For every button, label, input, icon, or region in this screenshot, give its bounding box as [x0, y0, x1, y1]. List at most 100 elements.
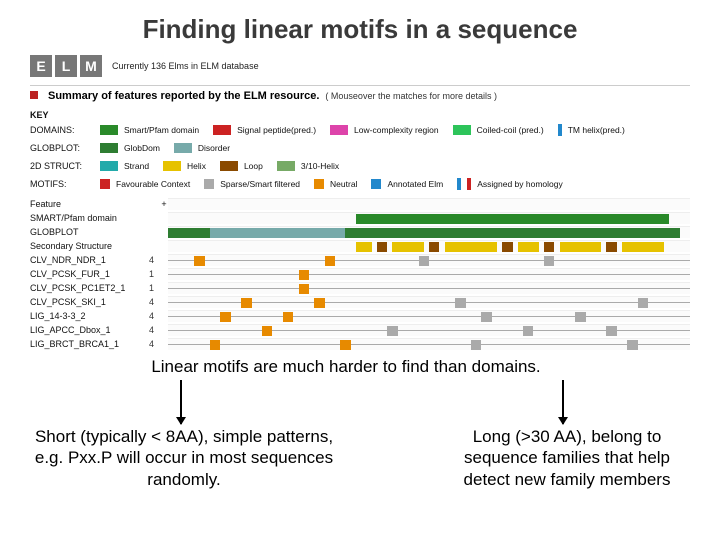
swatch-homology-l [457, 178, 461, 190]
legend-item: 3/10-Helix [301, 161, 339, 171]
track-row: CLV_PCSK_SKI_14 [30, 295, 690, 309]
track-row: CLV_PCSK_FUR_11 [30, 267, 690, 281]
track-row: CLV_NDR_NDR_14 [30, 253, 690, 267]
track-label: CLV_PCSK_SKI_14 [30, 297, 160, 307]
mark [299, 270, 309, 280]
mark [220, 312, 230, 322]
mark [419, 256, 429, 266]
swatch-310helix [277, 161, 295, 171]
swatch-sparse [204, 179, 214, 189]
database-count-note: Currently 136 Elms in ELM database [112, 61, 259, 71]
swatch-helix [163, 161, 181, 171]
seg [429, 242, 439, 252]
track-strip-domain [168, 212, 690, 224]
seg [560, 242, 602, 252]
arrow-left [180, 380, 182, 424]
legend-item: Strand [124, 161, 149, 171]
legend-label: DOMAINS: [30, 125, 94, 135]
legend-item: Disorder [198, 143, 230, 153]
mark [455, 298, 465, 308]
track-strip-motif [168, 282, 690, 294]
track-strip-motif [168, 268, 690, 280]
track-header-label: Feature [30, 199, 160, 209]
legend-item: Sparse/Smart filtered [220, 179, 300, 189]
legend-label: GLOBPLOT: [30, 143, 94, 153]
seg [377, 242, 387, 252]
track-label: CLV_NDR_NDR_14 [30, 255, 160, 265]
swatch-disorder [174, 143, 192, 153]
logo-letter-m: M [80, 55, 102, 77]
legend-item: Helix [187, 161, 206, 171]
summary-heading: Summary of features reported by the ELM … [48, 90, 319, 102]
track-row: LIG_BRCT_BRCA1_14 [30, 337, 690, 351]
swatch-favourable [100, 179, 110, 189]
mark [194, 256, 204, 266]
track-header-row: Feature + [30, 197, 690, 211]
swatch-neutral [314, 179, 324, 189]
bullet-icon [30, 91, 38, 99]
track-strip-motif [168, 338, 690, 350]
mark [299, 284, 309, 294]
seg [544, 242, 554, 252]
track-label: GLOBPLOT [30, 227, 160, 237]
track-label: CLV_PCSK_PC1ET2_11 [30, 283, 160, 293]
mark [627, 340, 637, 350]
domain-segment [356, 214, 669, 224]
expand-icon[interactable]: + [160, 199, 168, 209]
mark [325, 256, 335, 266]
legend-item: Smart/Pfam domain [124, 125, 199, 135]
legend-item: TM helix(pred.) [568, 125, 625, 135]
legend-row-struct: 2D STRUCT: Strand Helix Loop 3/10-Helix [30, 159, 690, 173]
logo-letter-l: L [55, 55, 77, 77]
track-label: Secondary Structure [30, 241, 160, 251]
mark [387, 326, 397, 336]
swatch-signal [213, 125, 231, 135]
track-row: CLV_PCSK_PC1ET2_11 [30, 281, 690, 295]
track-row: LIG_14-3-3_24 [30, 309, 690, 323]
mark [523, 326, 533, 336]
track-label: LIG_APCC_Dbox_14 [30, 325, 160, 335]
seg [606, 242, 616, 252]
legend-item: Neutral [330, 179, 357, 189]
legend-item: Annotated Elm [387, 179, 443, 189]
legend-item: Low-complexity region [354, 125, 439, 135]
mark [210, 340, 220, 350]
legend-item: Signal peptide(pred.) [237, 125, 316, 135]
elm-logo: E L M [30, 55, 102, 77]
swatch-globdom [100, 143, 118, 153]
swatch-smart-pfam [100, 125, 118, 135]
legend-label: MOTIFS: [30, 179, 94, 189]
legend-item: Coiled-coil (pred.) [477, 125, 544, 135]
legend-row-motifs: MOTIFS: Favourable Context Sparse/Smart … [30, 177, 690, 191]
swatch-tmhelix [558, 124, 562, 136]
mark [481, 312, 491, 322]
track-row: SMART/Pfam domain [30, 211, 690, 225]
swatch-coiledcoil [453, 125, 471, 135]
seg [356, 242, 372, 252]
mark [638, 298, 648, 308]
seg [502, 242, 512, 252]
mark [575, 312, 585, 322]
slide-title: Finding linear motifs in a sequence [0, 0, 720, 55]
swatch-strand [100, 161, 118, 171]
track-strip-motif [168, 324, 690, 336]
track-strip-struct [168, 240, 690, 252]
seg [345, 228, 679, 238]
logo-row: E L M Currently 136 Elms in ELM database [30, 55, 690, 77]
track-row: Secondary Structure [30, 239, 690, 253]
mark [471, 340, 481, 350]
sequence-tracks: Sequence: L53_HUMAN Feature + SMART/Pfam… [30, 197, 690, 377]
mark [340, 340, 350, 350]
legend-label: 2D STRUCT: [30, 161, 94, 171]
annotation-center: Linear motifs are much harder to find th… [76, 356, 616, 377]
legend-item: Assigned by homology [477, 179, 563, 189]
track-label: LIG_14-3-3_24 [30, 311, 160, 321]
mark [314, 298, 324, 308]
annotation-right: Long (>30 AA), belong to sequence famili… [444, 426, 690, 490]
arrow-right [562, 380, 564, 424]
elm-panel: E L M Currently 136 Elms in ELM database… [30, 55, 690, 191]
track-strip [168, 198, 690, 210]
swatch-homology-r [467, 178, 471, 190]
legend-item: Loop [244, 161, 263, 171]
track-strip-motif [168, 254, 690, 266]
